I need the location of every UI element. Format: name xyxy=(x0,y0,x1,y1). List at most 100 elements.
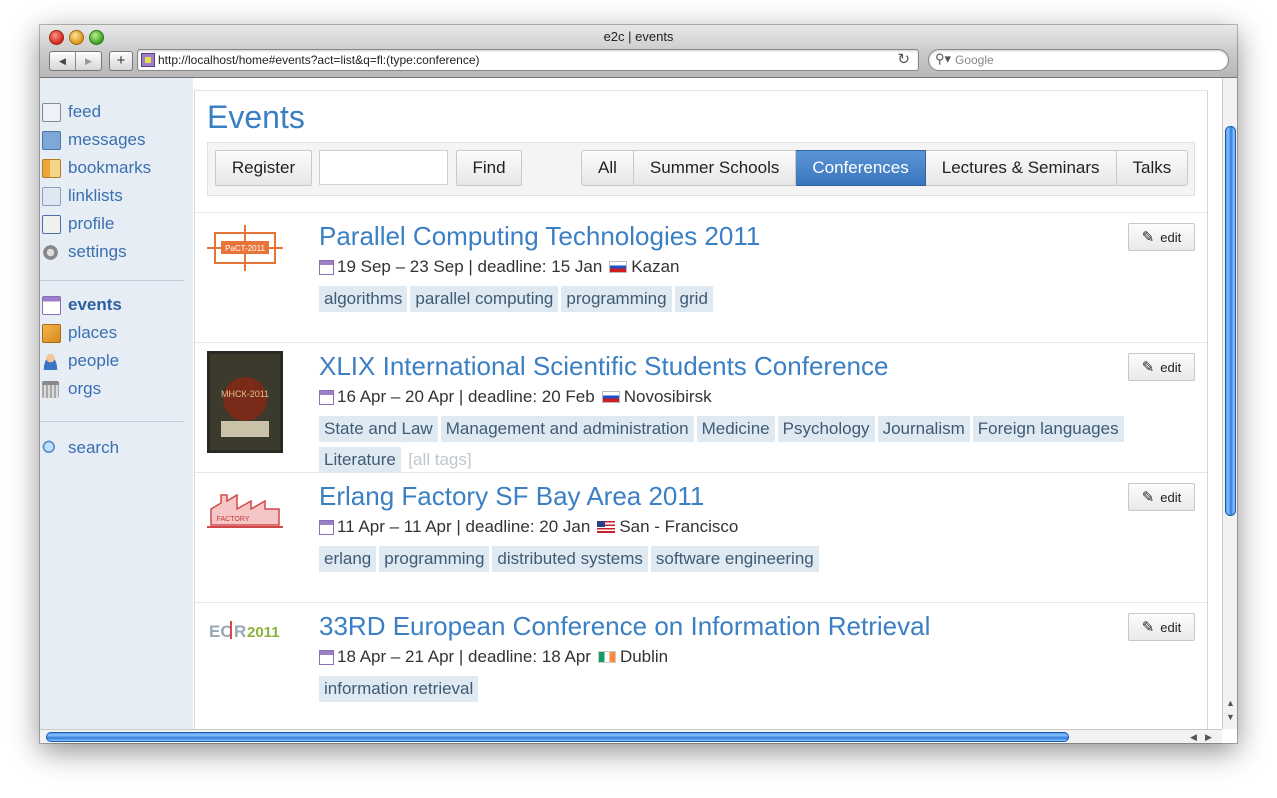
event-title-link[interactable]: Parallel Computing Technologies 2011 xyxy=(319,221,760,252)
tab-conferences[interactable]: Conferences xyxy=(796,150,926,186)
event-dates: 16 Apr – 20 Apr | deadline: 20 Feb xyxy=(337,387,595,406)
horizontal-scroll-thumb[interactable] xyxy=(46,732,1069,742)
tag-link[interactable]: Literature xyxy=(319,447,401,473)
edit-button[interactable]: ✎ edit xyxy=(1128,353,1195,381)
event-title-link[interactable]: 33RD European Conference on Information … xyxy=(319,611,930,642)
tag-link[interactable]: Psychology xyxy=(777,416,875,442)
tag-link[interactable]: Journalism xyxy=(877,416,970,442)
messages-icon xyxy=(42,130,61,150)
flag-ie-icon xyxy=(597,651,616,663)
filter-tabs: All Summer Schools Conferences Lectures … xyxy=(581,150,1189,186)
event-meta: 11 Apr – 11 Apr | deadline: 20 Jan San -… xyxy=(319,517,738,537)
tag-link[interactable]: erlang xyxy=(319,546,377,572)
forward-button[interactable]: ▶ xyxy=(75,52,101,70)
horizontal-scrollbar[interactable]: ◀ ▶ xyxy=(40,729,1222,743)
find-button[interactable]: Find xyxy=(456,150,522,186)
event-location[interactable]: Dublin xyxy=(620,647,668,667)
tag-link[interactable]: programming xyxy=(379,546,490,572)
event-item: МНСК-2011 XLIX International Scientific … xyxy=(195,342,1207,473)
scroll-left-arrow-icon[interactable]: ◀ xyxy=(1190,732,1197,743)
event-dates: 18 Apr – 21 Apr | deadline: 18 Apr xyxy=(337,647,591,666)
address-bar[interactable]: http://localhost/home#events?act=list&q=… xyxy=(137,49,919,71)
pencil-icon: ✎ xyxy=(1141,359,1155,376)
register-button[interactable]: Register xyxy=(215,150,312,186)
bookmarks-icon xyxy=(42,158,61,178)
event-location[interactable]: San - Francisco xyxy=(619,517,738,537)
calendar-icon xyxy=(319,649,334,665)
event-tags: State and Law Management and administrati… xyxy=(319,415,1199,476)
flag-ru-icon xyxy=(601,391,620,403)
search-input[interactable] xyxy=(319,150,448,185)
flag-ru-icon xyxy=(609,261,628,273)
sidebar-divider xyxy=(40,421,184,422)
event-meta: 18 Apr – 21 Apr | deadline: 18 Apr Dubli… xyxy=(319,647,668,667)
browser-search-field[interactable]: ⚲▾ Google xyxy=(928,49,1229,71)
tab-lectures-seminars[interactable]: Lectures & Seminars xyxy=(925,150,1117,186)
edit-label: edit xyxy=(1160,489,1182,505)
event-item: EC R 2011 33RD European Conference on In… xyxy=(195,602,1207,729)
events-panel: Events Register Find All Summer Schools … xyxy=(194,90,1208,729)
edit-button[interactable]: ✎ edit xyxy=(1128,613,1195,641)
edit-button[interactable]: ✎ edit xyxy=(1128,483,1195,511)
pencil-icon: ✎ xyxy=(1141,619,1155,636)
vertical-scrollbar[interactable]: ▲ ▼ xyxy=(1222,78,1237,729)
url-text[interactable]: http://localhost/home#events?act=list&q=… xyxy=(158,53,480,67)
add-bookmark-button[interactable]: + xyxy=(109,51,133,71)
tag-link[interactable]: Foreign languages xyxy=(972,416,1124,442)
sidebar-item-label: search xyxy=(68,438,120,457)
tab-summer-schools[interactable]: Summer Schools xyxy=(633,150,797,186)
window-title: e2c | events xyxy=(603,29,674,44)
tag-link[interactable]: Medicine xyxy=(696,416,775,442)
event-item: PaCT-2011 Parallel Computing Technologie… xyxy=(195,212,1207,343)
sidebar-item-label: orgs xyxy=(68,379,102,398)
tag-link[interactable]: programming xyxy=(561,286,672,312)
tag-link[interactable]: software engineering xyxy=(650,546,819,572)
event-item: FACTORY Erlang Factory SF Bay Area 2011 … xyxy=(195,472,1207,603)
gear-icon xyxy=(42,243,59,261)
sidebar-item-label: settings xyxy=(68,242,127,261)
edit-label: edit xyxy=(1160,359,1182,375)
tag-link[interactable]: parallel computing xyxy=(410,286,559,312)
tab-all[interactable]: All xyxy=(581,150,634,186)
scroll-right-arrow-icon[interactable]: ▶ xyxy=(1205,732,1212,743)
tab-talks[interactable]: Talks xyxy=(1116,150,1189,186)
building-icon xyxy=(42,380,59,398)
tag-link[interactable]: information retrieval xyxy=(319,676,479,702)
tag-link[interactable]: grid xyxy=(674,286,713,312)
all-tags-link[interactable]: [all tags] xyxy=(408,450,471,469)
event-tags: erlang programming distributed systems soft… xyxy=(319,545,1199,575)
event-location[interactable]: Novosibirsk xyxy=(624,387,712,407)
back-button[interactable]: ◀ xyxy=(50,52,75,70)
edit-label: edit xyxy=(1160,619,1182,635)
scroll-down-arrow-icon[interactable]: ▼ xyxy=(1226,712,1235,722)
tag-link[interactable]: Management and administration xyxy=(440,416,694,442)
event-dates: 19 Sep – 23 Sep | deadline: 15 Jan xyxy=(337,257,603,276)
sidebar-item-label: profile xyxy=(68,214,115,233)
vertical-scroll-thumb[interactable] xyxy=(1225,126,1236,516)
event-location[interactable]: Kazan xyxy=(631,257,679,277)
search-icon: ⚲▾ xyxy=(935,51,952,66)
event-dates: 11 Apr – 11 Apr | deadline: 20 Jan xyxy=(337,517,591,536)
svg-text:FACTORY: FACTORY xyxy=(217,516,250,523)
svg-text:R: R xyxy=(234,622,246,641)
reload-icon[interactable]: ↻ xyxy=(897,50,910,68)
event-title-link[interactable]: XLIX International Scientific Students C… xyxy=(319,351,888,382)
event-tags: algorithms parallel computing programming g… xyxy=(319,285,1199,315)
event-meta: 19 Sep – 23 Sep | deadline: 15 Jan Kazan xyxy=(319,257,680,277)
tag-link[interactable]: State and Law xyxy=(319,416,438,442)
sidebar: feed messages bookmarks linklists profil… xyxy=(40,78,193,729)
sidebar-item-label: people xyxy=(68,351,120,370)
event-logo: PaCT-2011 xyxy=(207,225,283,271)
search-placeholder: Google xyxy=(955,53,994,67)
event-title-link[interactable]: Erlang Factory SF Bay Area 2011 xyxy=(319,481,704,512)
tag-link[interactable]: algorithms xyxy=(319,286,408,312)
linklists-icon xyxy=(42,186,61,206)
sidebar-item-label: events xyxy=(68,295,122,314)
edit-button[interactable]: ✎ edit xyxy=(1128,223,1195,251)
browser-window: e2c | events ◀ ▶ + http://localhost/home… xyxy=(40,25,1237,743)
tag-link[interactable]: distributed systems xyxy=(492,546,648,572)
profile-icon xyxy=(42,214,61,234)
event-logo: FACTORY xyxy=(207,493,283,528)
svg-text:МНСК-2011: МНСК-2011 xyxy=(221,389,269,399)
scroll-up-arrow-icon[interactable]: ▲ xyxy=(1226,698,1235,708)
